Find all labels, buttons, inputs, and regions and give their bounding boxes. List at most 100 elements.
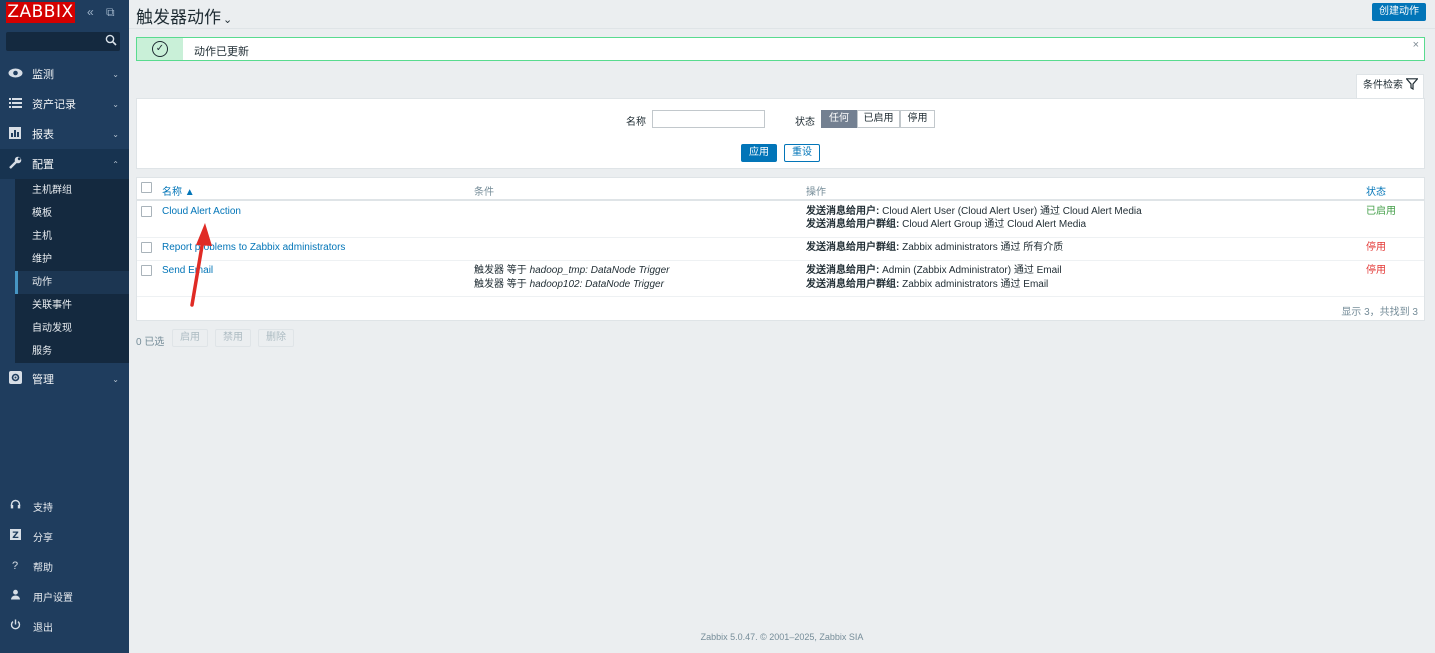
chevron-down-icon: ⌄	[112, 374, 119, 384]
bulk-enable-button[interactable]: 启用	[172, 329, 208, 347]
power-icon	[8, 619, 22, 633]
menu-help[interactable]: ? 帮助	[0, 551, 129, 581]
collapse-sidebar-icon[interactable]: «	[87, 5, 94, 19]
menu-reports-label: 报表	[32, 129, 54, 141]
action-name-link[interactable]: Cloud Alert Action	[162, 205, 241, 219]
submenu-host-groups[interactable]: 主机群组	[15, 179, 129, 202]
action-name-link[interactable]: Report problems to Zabbix administrators	[162, 241, 345, 255]
share-icon: Z	[8, 529, 22, 543]
operation-type: 发送消息给用户群组:	[806, 279, 900, 290]
table-summary: 显示 3，共找到 3	[1341, 307, 1418, 318]
filter-panel	[136, 98, 1425, 169]
bulk-delete-button[interactable]: 删除	[258, 329, 294, 347]
filter-name-input[interactable]	[652, 110, 765, 128]
operation-detail: Zabbix administrators 通过 所有介质	[899, 242, 1064, 253]
status-toggle-link[interactable]: 停用	[1366, 264, 1386, 278]
column-header-conditions: 条件	[474, 187, 494, 198]
submenu-hosts[interactable]: 主机	[15, 225, 129, 248]
reset-filter-button[interactable]: 重设	[784, 144, 820, 162]
submenu-event-correlation[interactable]: 关联事件	[15, 294, 129, 317]
menu-administration[interactable]: 管理 ⌄	[0, 364, 129, 394]
status-toggle-link[interactable]: 已启用	[1366, 205, 1396, 219]
headset-icon	[8, 499, 22, 513]
condition-prefix: 触发器 等于	[474, 279, 530, 290]
menu-help-label: 帮助	[33, 562, 53, 574]
chevron-up-icon: ⌃	[112, 159, 119, 169]
menu-share[interactable]: Z 分享	[0, 521, 129, 551]
filter-tab[interactable]: 条件检索	[1356, 74, 1424, 98]
menu-reports[interactable]: 报表 ⌄	[0, 119, 129, 149]
menu-monitoring-label: 监测	[32, 69, 54, 81]
chart-icon	[7, 126, 23, 142]
filter-name-label: 名称	[626, 117, 646, 128]
success-message-text: 动作已更新	[194, 46, 249, 58]
status-any-option[interactable]: 任何	[821, 110, 857, 128]
submenu-services[interactable]: 服务	[15, 340, 129, 363]
page-title-text: 触发器动作	[136, 8, 221, 27]
menu-configuration[interactable]: 配置 ⌃	[0, 149, 129, 179]
submenu-maintenance[interactable]: 维护	[15, 248, 129, 271]
menu-administration-label: 管理	[32, 374, 54, 386]
chevron-down-icon: ⌄	[112, 99, 119, 109]
menu-user-settings-label: 用户设置	[33, 592, 73, 604]
search-icon[interactable]	[105, 34, 117, 49]
close-icon[interactable]: ×	[1413, 39, 1419, 51]
operation-line: 发送消息给用户: Admin (Zabbix Administrator) 通过…	[806, 264, 1062, 278]
row-divider	[137, 237, 1424, 238]
bulk-disable-button[interactable]: 禁用	[215, 329, 251, 347]
menu-monitoring[interactable]: 监测 ⌄	[0, 59, 129, 89]
select-all-checkbox[interactable]	[141, 182, 152, 193]
column-header-operations: 操作	[806, 187, 826, 198]
create-action-button[interactable]: 创建动作	[1372, 3, 1426, 21]
operation-line: 发送消息给用户群组: Cloud Alert Group 通过 Cloud Al…	[806, 218, 1086, 232]
menu-inventory[interactable]: 资产记录 ⌄	[0, 89, 129, 119]
kiosk-mode-icon[interactable]: ⧉	[106, 5, 115, 19]
row-checkbox[interactable]	[141, 206, 152, 217]
menu-inventory-label: 资产记录	[32, 99, 76, 111]
operation-type: 发送消息给用户群组:	[806, 242, 900, 253]
condition-prefix: 触发器 等于	[474, 265, 530, 276]
success-message: ✓ 动作已更新 ×	[136, 37, 1425, 61]
operation-detail: Zabbix administrators 通过 Email	[899, 279, 1049, 290]
condition-line: 触发器 等于 hadoop102: DataNode Trigger	[474, 278, 664, 292]
success-indicator: ✓	[137, 38, 183, 60]
menu-sign-out[interactable]: 退出	[0, 611, 129, 641]
apply-filter-button[interactable]: 应用	[741, 144, 777, 162]
menu-support-label: 支持	[33, 502, 53, 514]
operation-type: 发送消息给用户群组:	[806, 219, 900, 230]
chevron-down-icon[interactable]: ⌄	[223, 14, 232, 26]
table-header-divider	[137, 199, 1424, 201]
status-enabled-option[interactable]: 已启用	[857, 110, 900, 128]
status-disabled-option[interactable]: 停用	[900, 110, 935, 128]
operation-line: 发送消息给用户: Cloud Alert User (Cloud Alert U…	[806, 205, 1142, 219]
submenu-discovery[interactable]: 自动发现	[15, 317, 129, 340]
svg-text:Z: Z	[12, 531, 19, 540]
row-divider	[137, 296, 1424, 297]
row-checkbox[interactable]	[141, 242, 152, 253]
page-title[interactable]: 触发器动作 ⌄	[136, 3, 232, 28]
menu-user-settings[interactable]: 用户设置	[0, 581, 129, 611]
condition-value: hadoop102: DataNode Trigger	[529, 279, 664, 290]
column-header-name[interactable]: 名称 ▲	[162, 183, 195, 198]
condition-line: 触发器 等于 hadoop_tmp: DataNode Trigger	[474, 264, 669, 278]
zabbix-logo[interactable]: ZABBIX	[6, 2, 75, 23]
operation-detail: Admin (Zabbix Administrator) 通过 Email	[879, 265, 1062, 276]
menu-support[interactable]: 支持	[0, 491, 129, 521]
menu-sign-out-label: 退出	[33, 622, 53, 634]
column-header-status[interactable]: 状态	[1366, 183, 1386, 198]
eye-icon	[7, 67, 23, 81]
action-name-link[interactable]: Send Email	[162, 264, 213, 278]
operation-line: 发送消息给用户群组: Zabbix administrators 通过 所有介质	[806, 241, 1063, 255]
operation-detail: Cloud Alert User (Cloud Alert User) 通过 C…	[879, 206, 1142, 217]
submenu-actions[interactable]: 动作	[15, 271, 129, 294]
footer-copyright: Zabbix 5.0.47. © 2001–2025, Zabbix SIA	[700, 632, 864, 642]
status-toggle-link[interactable]: 停用	[1366, 241, 1386, 255]
sidebar-search-input[interactable]	[6, 32, 120, 51]
chevron-down-icon: ⌄	[112, 69, 119, 79]
row-divider	[137, 260, 1424, 261]
submenu-templates[interactable]: 模板	[15, 202, 129, 225]
menu-configuration-label: 配置	[32, 159, 54, 171]
row-checkbox[interactable]	[141, 265, 152, 276]
condition-value: hadoop_tmp: DataNode Trigger	[529, 265, 670, 276]
gear-icon	[7, 371, 23, 387]
